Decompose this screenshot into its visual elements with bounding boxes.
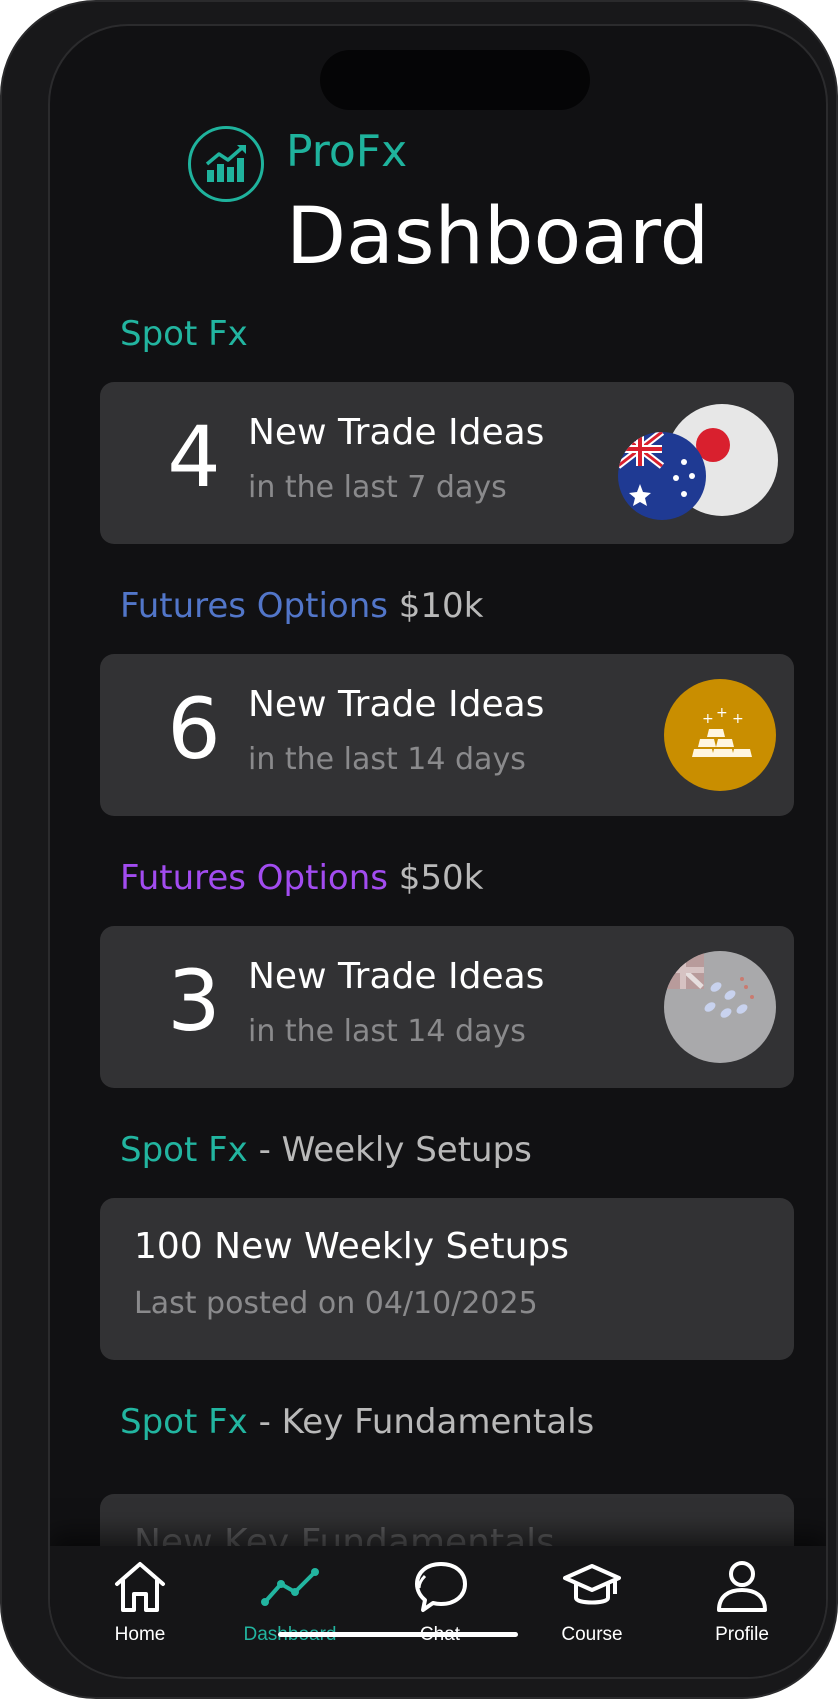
graduation-cap-icon [563, 1564, 621, 1605]
section-label-key-fundamentals: Spot Fx - Key Fundamentals [120, 1402, 594, 1442]
tab-profile[interactable]: Profile [672, 1558, 812, 1646]
tab-home[interactable]: Home [70, 1558, 210, 1646]
section-label-spot-fx: Spot Fx [120, 314, 248, 354]
dynamic-island [320, 50, 590, 110]
weekly-setups-card[interactable]: 100 New Weekly Setups Last posted on 04/… [100, 1198, 794, 1360]
section-label-primary: Spot Fx [120, 1130, 248, 1170]
card-subtitle: in the last 7 days [248, 470, 507, 505]
section-label-futures-10k: Futures Options $10k [120, 586, 483, 626]
screen: ProFx Dashboard Spot Fx 4 New Trade Idea… [48, 24, 828, 1679]
faded-asset-icon [664, 951, 776, 1063]
tab-course[interactable]: Course [522, 1558, 662, 1646]
trade-ideas-count: 3 [167, 952, 221, 1050]
section-label-weekly-setups: Spot Fx - Weekly Setups [120, 1130, 532, 1170]
section-label-secondary: $10k [398, 586, 484, 626]
card-subtitle: in the last 14 days [248, 742, 526, 777]
brand-name: ProFx [286, 126, 408, 177]
trade-ideas-count: 4 [167, 408, 221, 506]
phone-frame: ProFx Dashboard Spot Fx 4 New Trade Idea… [0, 0, 838, 1699]
svg-text:+: + [732, 711, 744, 727]
home-icon [115, 1562, 165, 1612]
tab-label: Course [561, 1624, 623, 1645]
futures-10k-trade-ideas-card[interactable]: 6 New Trade Ideas in the last 14 days + … [100, 654, 794, 816]
home-indicator[interactable] [278, 1632, 518, 1637]
tab-label: Profile [715, 1624, 769, 1645]
section-label-primary: Futures Options [120, 586, 388, 626]
card-subtitle: Last posted on 04/10/2025 [134, 1286, 538, 1321]
section-label-primary: Futures Options [120, 858, 388, 898]
section-label-secondary: - Weekly Setups [258, 1130, 532, 1170]
futures-50k-trade-ideas-card[interactable]: 3 New Trade Ideas in the last 14 days [100, 926, 794, 1088]
section-label-secondary: $50k [398, 858, 484, 898]
section-label-futures-50k: Futures Options $50k [120, 858, 483, 898]
page-title: Dashboard [286, 192, 710, 282]
trend-line-icon [261, 1568, 319, 1606]
profx-logo-icon [188, 126, 264, 202]
svg-text:+: + [716, 705, 728, 721]
bottom-tab-bar: Home Dashboard Chat [50, 1546, 826, 1677]
card-title: New Trade Ideas [248, 956, 545, 997]
card-title: New Trade Ideas [248, 412, 545, 453]
section-label-secondary: - Key Fundamentals [258, 1402, 595, 1442]
chat-bubbles-icon [415, 1562, 467, 1612]
svg-text:+: + [702, 711, 714, 727]
card-title: New Trade Ideas [248, 684, 545, 725]
section-label-primary: Spot Fx [120, 314, 248, 354]
card-title: 100 New Weekly Setups [134, 1226, 570, 1267]
card-subtitle: in the last 14 days [248, 1014, 526, 1049]
trade-ideas-count: 6 [167, 680, 221, 778]
spot-fx-trade-ideas-card[interactable]: 4 New Trade Ideas in the last 7 days [100, 382, 794, 544]
tab-label: Home [114, 1624, 166, 1645]
section-label-primary: Spot Fx [120, 1402, 248, 1442]
gold-bars-icon: + + + [664, 679, 776, 791]
user-icon [717, 1561, 767, 1612]
aud-flag-icon [618, 432, 706, 520]
